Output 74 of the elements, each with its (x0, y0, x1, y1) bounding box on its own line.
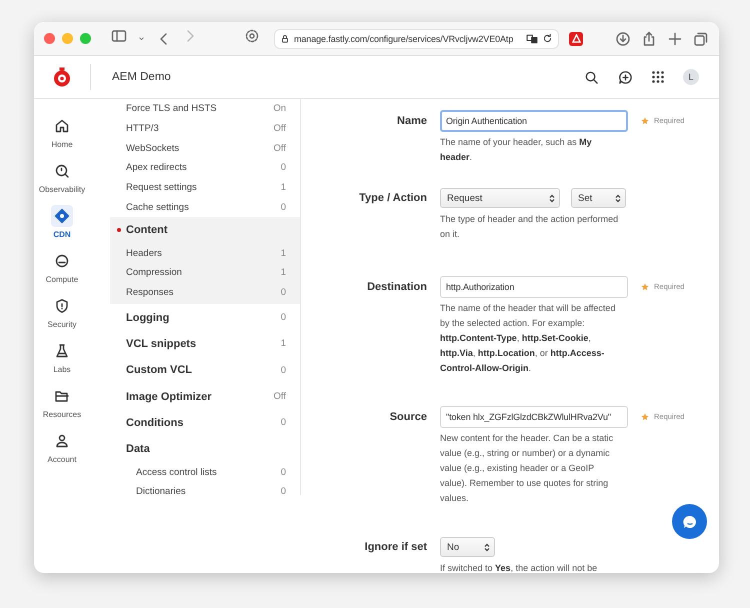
apps-grid-icon[interactable] (652, 71, 664, 83)
sidebar-item[interactable]: Apex redirects 0 (110, 158, 300, 178)
field-label: Name (396, 114, 427, 129)
sidebar-section[interactable]: Data (110, 436, 300, 462)
sidebar-section[interactable]: Content (110, 217, 300, 244)
sidebar-item[interactable]: Headers 1 (110, 243, 300, 264)
service-title: AEM Demo (112, 71, 171, 83)
chat-plus-icon (618, 70, 633, 84)
star-icon (641, 117, 649, 125)
stepper-arrows-icon (615, 194, 621, 202)
star-icon (641, 283, 649, 291)
help-text: The type of header and the action performed on it. (440, 213, 620, 241)
stepper-arrows-icon (549, 194, 555, 202)
sidebar-section[interactable]: Custom VCL 0 (110, 357, 300, 384)
sidebar-item[interactable]: Compression 1 (110, 263, 300, 283)
sidebar-item[interactable]: Dictionaries 0 (110, 482, 300, 502)
translate-icon (526, 32, 538, 44)
sidebar-item[interactable]: WebSockets Off (110, 138, 300, 158)
star-icon (641, 413, 649, 421)
share-icon (641, 30, 657, 46)
sidebar-item[interactable]: HTTP/3 Off (110, 118, 300, 138)
select-dropdown[interactable]: No (440, 537, 495, 557)
nav-item[interactable]: Resources (34, 385, 90, 419)
stopwatch-logo[interactable] (53, 67, 71, 87)
active-dot (117, 228, 121, 232)
address-bar[interactable]: manage.fastly.com/configure/services/VRvcljvw2VE0Atp (274, 28, 559, 48)
extension-icon[interactable] (569, 32, 583, 46)
field-label: Destination (366, 280, 427, 295)
sidebar-item[interactable]: Cache settings 0 (110, 197, 300, 218)
sidebar-item[interactable]: Responses 0 (110, 282, 300, 302)
download-icon (615, 30, 631, 46)
text-field[interactable]: "token hlx_ZGFzlGlzdCBkZWlulHRva2Vu" (440, 406, 628, 428)
sidebar-item[interactable]: Request settings 1 (110, 178, 300, 198)
field-label: Source (388, 410, 427, 425)
search-icon (584, 70, 599, 84)
lock-icon (280, 34, 290, 44)
nav-item[interactable]: Security (34, 295, 90, 329)
sidebar-item[interactable]: Access control lists 0 (110, 462, 300, 482)
sidebar-section[interactable]: Image Optimizer Off (110, 383, 300, 410)
select-dropdown[interactable]: Set (571, 188, 626, 208)
help-text: New content for the header. Can be a static value (e.g., string or number) or a dynamic value (e.g., existing header or a GeoIP value). Remember to use quotes for string values. (440, 432, 614, 505)
text-field[interactable]: Origin Authentication (440, 110, 628, 132)
help-text: If switched to Yes, the action will not be (440, 562, 598, 573)
nav-item[interactable]: CDN (34, 205, 90, 239)
help-text: The name of your header, such as My header. (440, 136, 593, 164)
settings-icon (244, 28, 260, 44)
text-field[interactable]: http.Authorization (440, 276, 628, 298)
shield-icon (54, 298, 70, 314)
select-dropdown[interactable]: Request (440, 188, 560, 208)
nav-item[interactable]: Compute (34, 250, 90, 284)
sidebar-section[interactable]: VCL snippets 1 (110, 330, 300, 358)
sidebar-item[interactable]: Force TLS and HSTS On (110, 99, 300, 119)
help-text: The name of the header that will be affected by the selected action. For example: http.Content-Type, http.Set-Cookie, http.Via, http.Location, or http.Access-Control-Allow-Origin. (440, 302, 616, 375)
chat-button[interactable] (672, 504, 707, 539)
stepper-arrows-icon (484, 542, 490, 552)
nav-item[interactable]: Observability (34, 160, 90, 194)
magnifier-icon (54, 163, 70, 179)
diamond-icon (54, 208, 70, 224)
flask-icon (54, 343, 70, 359)
nav-item[interactable]: Labs (34, 340, 90, 374)
field-label: Type / Action (358, 191, 427, 206)
sidebar-section[interactable]: Conditions 0 (110, 410, 300, 436)
reload-icon (542, 33, 553, 44)
user-avatar[interactable]: L (683, 69, 699, 85)
window-controls[interactable] (44, 33, 91, 44)
field-label: Ignore if set (364, 540, 427, 555)
tabs-icon (693, 30, 709, 46)
nav-item[interactable]: Home (34, 115, 90, 149)
home-icon (54, 118, 70, 134)
plus-icon (667, 30, 683, 46)
nav-item[interactable]: Account (34, 430, 90, 464)
person-icon (54, 433, 70, 449)
chat-bubble-icon (682, 514, 698, 530)
sidebar-section[interactable]: Logging 0 (110, 304, 300, 331)
